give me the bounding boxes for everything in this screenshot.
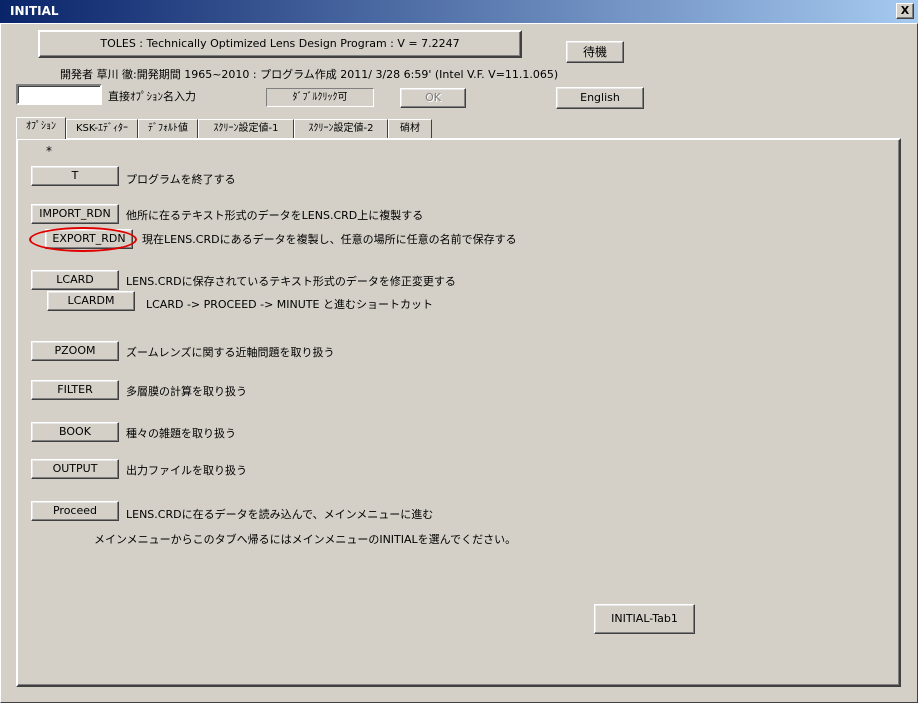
tab-ksk-editor[interactable]: KSK-ｴﾃﾞｨﾀｰ: [66, 119, 138, 138]
pzoom-description: ズームレンズに関する近軸問題を取り扱う: [126, 346, 335, 359]
lcard-description: LENS.CRDに保存されているテキスト形式のデータを修正変更する: [126, 275, 456, 288]
tab-defaults[interactable]: ﾃﾞﾌｫﾙﾄ値: [138, 119, 198, 138]
tab-options[interactable]: ｵﾌﾟｼｮﾝ: [16, 117, 66, 139]
asterisk-mark: *: [46, 144, 52, 158]
wait-button[interactable]: 待機: [566, 41, 624, 63]
book-button[interactable]: BOOK: [31, 422, 119, 442]
filter-button[interactable]: FILTER: [31, 380, 119, 400]
option-input-label: 直接ｵﾌﾟｼｮﾝ名入力: [108, 90, 196, 103]
close-icon: X: [900, 4, 910, 17]
import-rdn-button[interactable]: IMPORT_RDN: [31, 204, 119, 224]
book-description: 種々の雑題を取り扱う: [126, 427, 236, 440]
proceed-description: LENS.CRDに在るデータを読み込んで、メインメニューに進む: [126, 508, 434, 521]
proceed-button[interactable]: Proceed: [31, 501, 119, 521]
import-rdn-description: 他所に在るテキスト形式のデータをLENS.CRD上に複製する: [126, 209, 424, 222]
tab-screen-settings-2[interactable]: ｽｸﾘｰﾝ設定値-2: [294, 119, 388, 138]
option-name-input[interactable]: [16, 84, 102, 105]
tab-glass-material[interactable]: 硝材: [388, 119, 432, 138]
tab-screen-settings-1[interactable]: ｽｸﾘｰﾝ設定値-1: [198, 119, 294, 138]
english-button[interactable]: English: [556, 87, 644, 109]
title-bar: INITIAL: [0, 0, 918, 23]
t-button[interactable]: T: [31, 166, 119, 186]
output-description: 出力ファイルを取り扱う: [126, 464, 247, 477]
ok-button[interactable]: OK: [400, 88, 466, 108]
filter-description: 多層膜の計算を取り扱う: [126, 385, 247, 398]
lcardm-button[interactable]: LCARDM: [47, 291, 135, 311]
export-rdn-description: 現在LENS.CRDにあるデータを複製し、任意の場所に任意の名前で保存する: [142, 233, 517, 246]
lcard-button[interactable]: LCARD: [31, 270, 119, 290]
double-click-label: ﾀﾞﾌﾞﾙｸﾘｯｸ可: [266, 88, 374, 107]
program-title: TOLES : Technically Optimized Lens Desig…: [38, 30, 522, 58]
close-button[interactable]: X: [896, 3, 914, 19]
lcardm-description: LCARD -> PROCEED -> MINUTE と進むショートカット: [146, 298, 433, 311]
initial-tab1-button[interactable]: INITIAL-Tab1: [594, 604, 695, 634]
t-description: プログラムを終了する: [126, 173, 236, 186]
author-line: 開発者 草川 徹:開発期間 1965~2010 : プログラム作成 2011/ …: [60, 68, 559, 81]
window-title: INITIAL: [10, 4, 59, 18]
pzoom-button[interactable]: PZOOM: [31, 341, 119, 361]
output-button[interactable]: OUTPUT: [31, 459, 119, 479]
return-note: メインメニューからこのタブへ帰るにはメインメニューのINITIALを選んでくださ…: [94, 533, 517, 546]
export-rdn-button[interactable]: EXPORT_RDN: [45, 229, 133, 249]
